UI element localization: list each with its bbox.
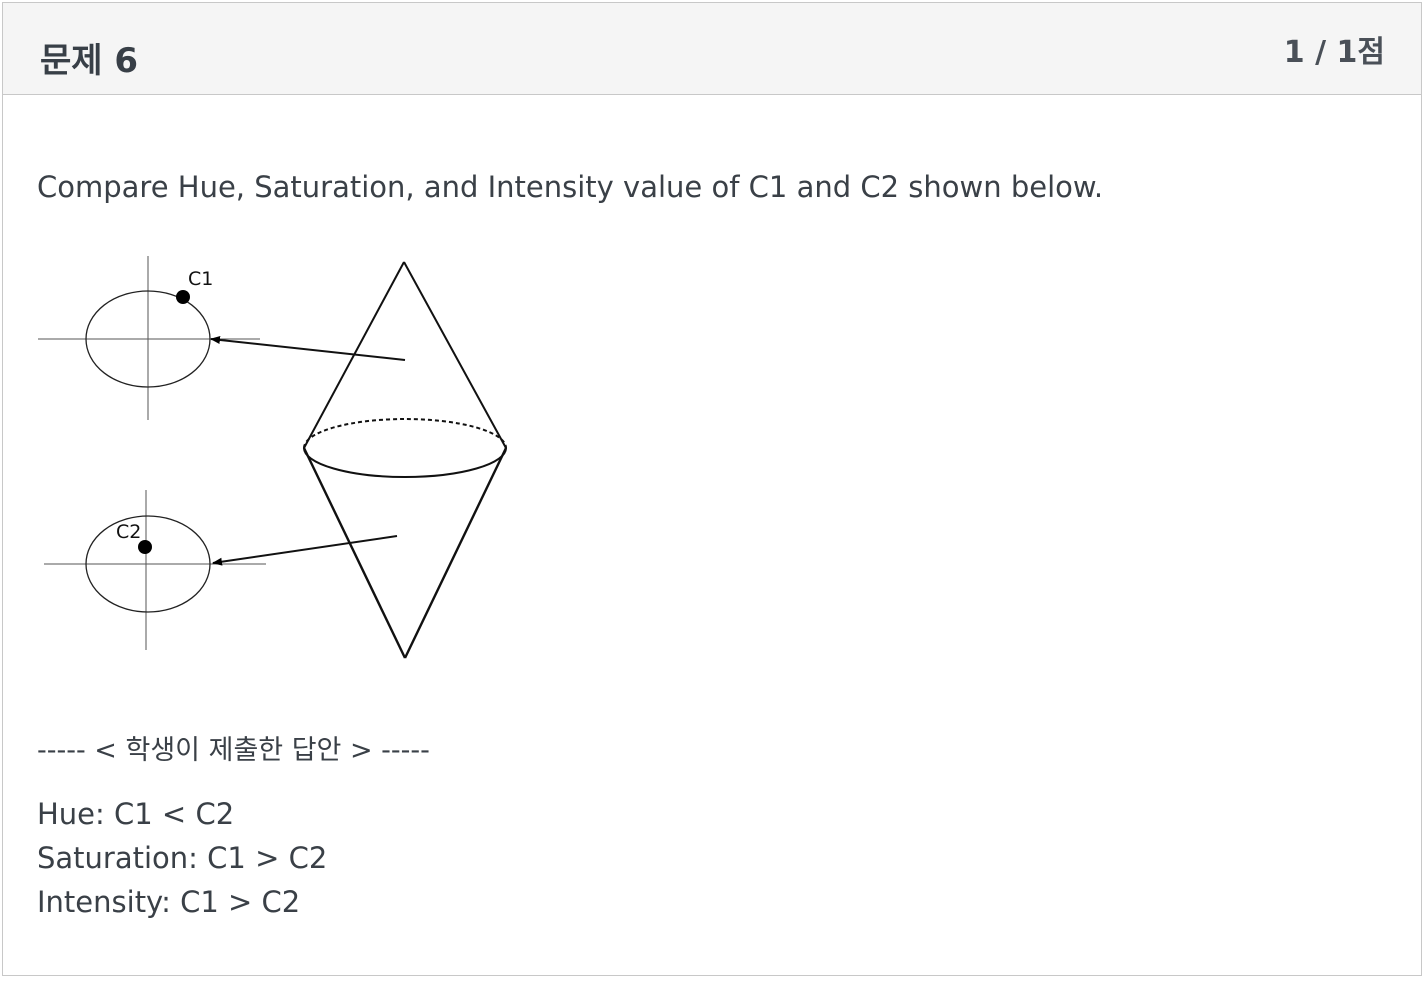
- answer-saturation: Saturation: C1 > C2: [37, 841, 328, 875]
- c1-point: [176, 290, 190, 304]
- double-cone: [302, 261, 508, 659]
- answer-intensity: Intensity: C1 > C2: [37, 885, 301, 919]
- cone-ellipse-front: [303, 447, 507, 478]
- hsi-cone-figure: C1 C2: [38, 256, 508, 659]
- upper-hue-circle: C1: [38, 256, 260, 420]
- question-score: 1 / 1점: [1283, 35, 1385, 70]
- arrow-to-upper-circle: [210, 335, 406, 361]
- cone-ellipse-back: [303, 418, 507, 449]
- cone-lower-left-edge: [302, 447, 407, 659]
- submission-separator: ----- < 학생이 제출한 답안 > -----: [37, 735, 430, 766]
- c1-label: C1: [188, 268, 213, 290]
- question-header: 문제 6 1 / 1점: [3, 3, 1421, 95]
- question-title: 문제 6: [40, 41, 139, 81]
- arrow-to-lower-circle: [212, 535, 398, 566]
- answer-hue: Hue: C1 < C2: [37, 797, 235, 831]
- question-prompt: Compare Hue, Saturation, and Intensity v…: [37, 170, 1104, 204]
- lower-hue-circle: C2: [44, 490, 266, 650]
- submitted-answers: Hue: C1 < C2 Saturation: C1 > C2 Intensi…: [37, 792, 327, 924]
- c2-label: C2: [116, 521, 141, 543]
- cone-lower-right-edge: [403, 447, 508, 659]
- cone-upper-right-edge: [403, 261, 507, 449]
